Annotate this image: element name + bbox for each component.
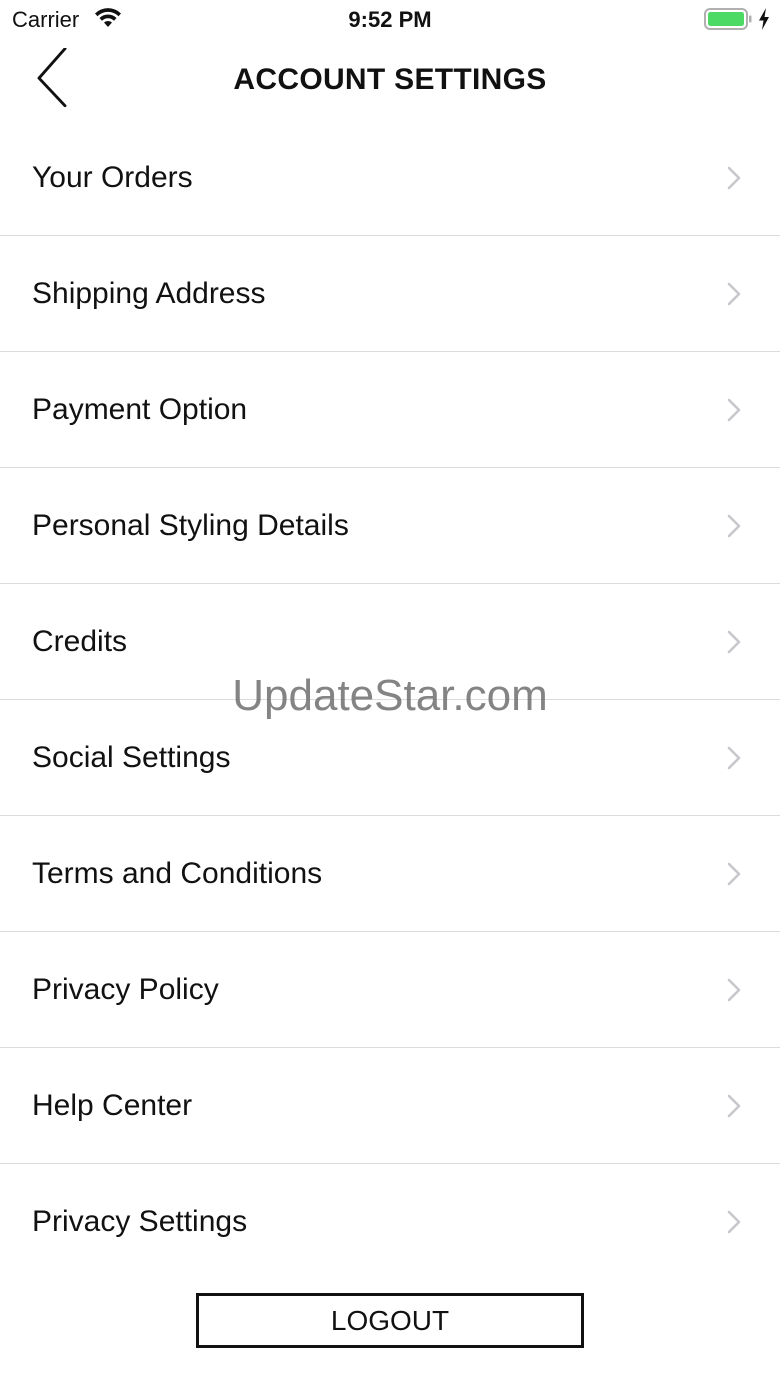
chevron-right-icon <box>727 1094 741 1118</box>
settings-item-help-center[interactable]: Help Center <box>0 1048 780 1164</box>
page-title: ACCOUNT SETTINGS <box>233 63 547 96</box>
settings-item-label: Shipping Address <box>32 277 266 310</box>
status-time: 9:52 PM <box>348 7 432 32</box>
settings-item-credits[interactable]: Credits <box>0 584 780 700</box>
chevron-right-icon <box>727 282 741 306</box>
settings-item-personal-styling-details[interactable]: Personal Styling Details <box>0 468 780 584</box>
settings-item-terms-and-conditions[interactable]: Terms and Conditions <box>0 816 780 932</box>
settings-item-label: Your Orders <box>32 161 193 194</box>
charging-icon <box>759 8 769 30</box>
chevron-right-icon <box>727 746 741 770</box>
battery-icon <box>704 8 752 30</box>
settings-item-social-settings[interactable]: Social Settings <box>0 700 780 816</box>
settings-list: Your Orders Shipping Address Payment Opt… <box>0 120 780 1280</box>
settings-item-payment-option[interactable]: Payment Option <box>0 352 780 468</box>
chevron-right-icon <box>727 166 741 190</box>
chevron-right-icon <box>727 1210 741 1234</box>
settings-item-label: Privacy Settings <box>32 1205 248 1238</box>
settings-item-your-orders[interactable]: Your Orders <box>0 120 780 236</box>
chevron-right-icon <box>727 630 741 654</box>
settings-item-label: Payment Option <box>32 393 248 426</box>
settings-item-label: Terms and Conditions <box>32 857 323 890</box>
status-bar: Carrier 9:52 PM <box>0 0 780 40</box>
settings-item-label: Credits <box>32 625 128 658</box>
settings-item-label: Help Center <box>32 1089 193 1122</box>
settings-item-label: Social Settings <box>32 741 231 774</box>
settings-item-shipping-address[interactable]: Shipping Address <box>0 236 780 352</box>
logout-button[interactable]: LOGOUT <box>196 1293 584 1348</box>
navigation-bar: ACCOUNT SETTINGS <box>0 40 780 120</box>
settings-item-privacy-settings[interactable]: Privacy Settings <box>0 1164 780 1280</box>
chevron-right-icon <box>727 398 741 422</box>
chevron-right-icon <box>727 514 741 538</box>
settings-item-privacy-policy[interactable]: Privacy Policy <box>0 932 780 1048</box>
settings-item-label: Privacy Policy <box>32 973 219 1006</box>
settings-item-label: Personal Styling Details <box>32 509 349 542</box>
chevron-right-icon <box>727 862 741 886</box>
chevron-right-icon <box>727 978 741 1002</box>
